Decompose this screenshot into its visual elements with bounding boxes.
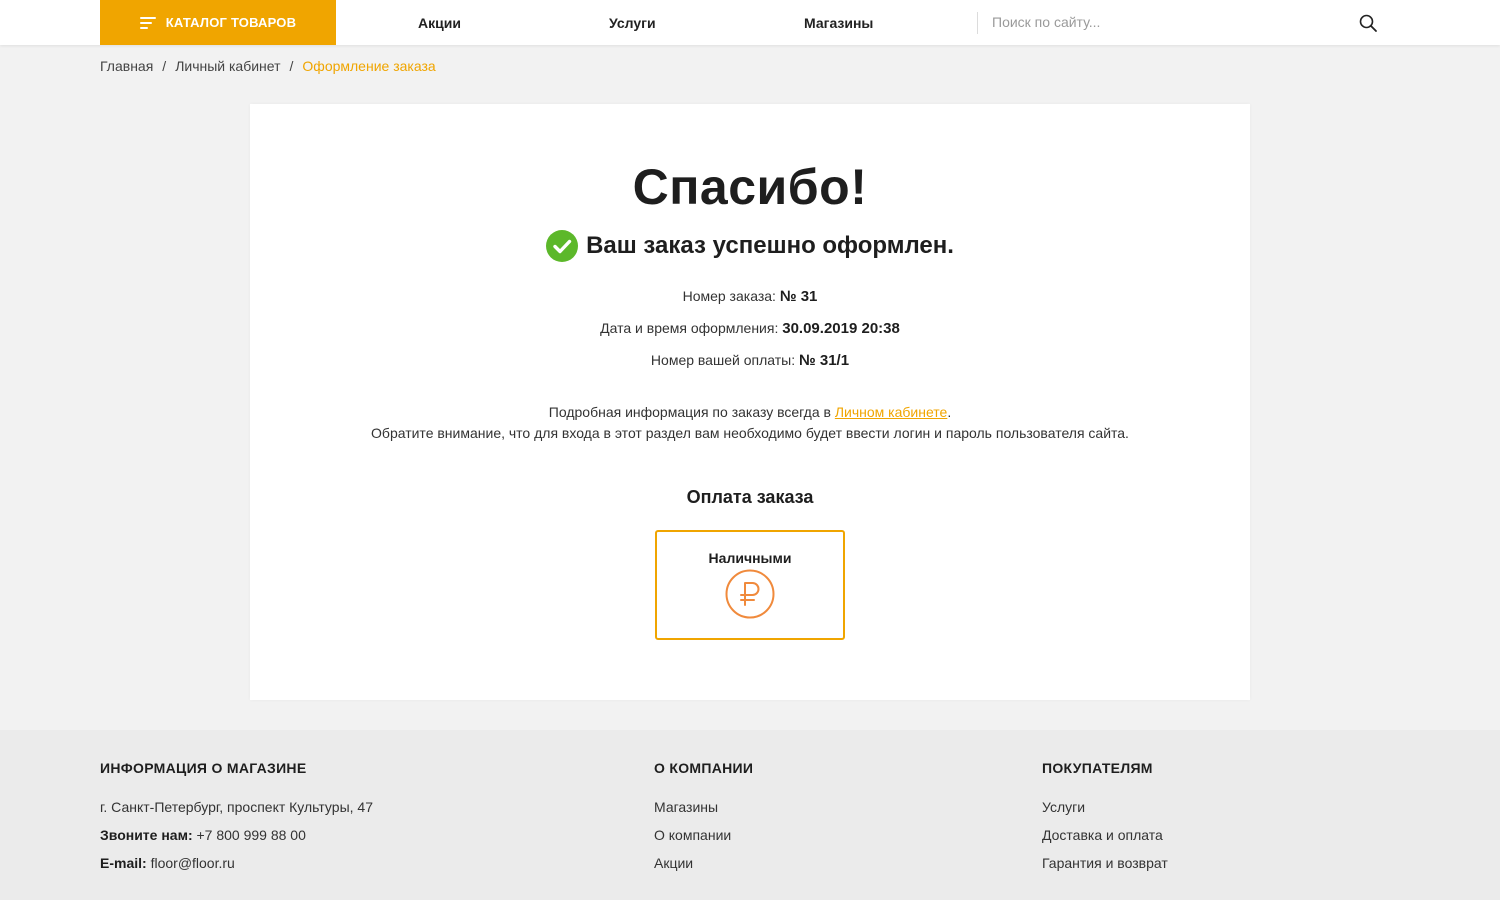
account-note: Подробная информация по заказу всегда в …	[0, 404, 1500, 420]
site-header: КАТАЛОГ ТОВАРОВ Акции Услуги Магазины	[0, 0, 1500, 45]
footer-link-services[interactable]: Услуги	[1042, 798, 1168, 826]
payment-number-row: Номер вашей оплаты: № 31/1	[0, 352, 1500, 369]
footer-address: г. Санкт-Петербург, проспект Культуры, 4…	[100, 799, 373, 815]
search-icon[interactable]	[1358, 13, 1378, 33]
catalog-button[interactable]: КАТАЛОГ ТОВАРОВ	[100, 0, 336, 45]
breadcrumb-current: Оформление заказа	[302, 58, 436, 74]
footer-phone-value[interactable]: +7 800 999 88 00	[197, 827, 306, 843]
nav-stores[interactable]: Магазины	[804, 0, 873, 45]
footer-phone: Звоните нам: +7 800 999 88 00	[100, 826, 373, 854]
order-date-row: Дата и время оформления: 30.09.2019 20:3…	[0, 320, 1500, 337]
footer-link-stores[interactable]: Магазины	[654, 798, 753, 826]
footer-link-about[interactable]: О компании	[654, 826, 753, 854]
payment-number-value: № 31/1	[798, 352, 850, 369]
page-title: Спасибо!	[632, 159, 868, 215]
check-circle-icon	[546, 230, 579, 262]
footer-email: E-mail: floor@floor.ru	[100, 854, 373, 882]
breadcrumb-home[interactable]: Главная	[100, 58, 153, 74]
ruble-icon	[725, 569, 775, 619]
footer-email-value[interactable]: floor@floor.ru	[151, 855, 235, 871]
search-input[interactable]	[984, 8, 1344, 36]
order-date-label: Дата и время оформления:	[600, 320, 779, 336]
account-link[interactable]: Личном кабинете	[835, 404, 948, 420]
order-number-row: Номер заказа: № 31	[0, 288, 1500, 305]
success-text: Ваш заказ успешно оформлен.	[586, 232, 954, 259]
payment-number-label: Номер вашей оплаты:	[650, 352, 796, 368]
breadcrumb-separator: /	[162, 58, 167, 74]
menu-icon	[139, 16, 156, 29]
footer-phone-label: Звоните нам:	[100, 827, 193, 843]
login-note: Обратите внимание, что для входа в этот …	[371, 425, 1129, 441]
account-note-suffix: .	[947, 404, 952, 420]
order-number-value: № 31	[779, 288, 818, 305]
payment-method-cash[interactable]: Наличными	[655, 530, 845, 640]
footer-link-promotions[interactable]: Акции	[654, 854, 753, 882]
success-message: Ваш заказ успешно оформлен.	[0, 230, 1500, 262]
nav-services[interactable]: Услуги	[609, 0, 656, 45]
breadcrumb: Главная / Личный кабинет / Оформление за…	[100, 58, 436, 74]
footer-store-title: ИНФОРМАЦИЯ О МАГАЗИНЕ	[100, 760, 307, 776]
nav-promotions[interactable]: Акции	[418, 0, 461, 45]
footer-buyers-title: ПОКУПАТЕЛЯМ	[1042, 760, 1153, 776]
footer-email-label: E-mail:	[100, 855, 147, 871]
footer-company-title: О КОМПАНИИ	[654, 760, 754, 776]
footer-buyers: ПОКУПАТЕЛЯМ Услуги Доставка и оплата Гар…	[1042, 760, 1168, 882]
site-footer: ИНФОРМАЦИЯ О МАГАЗИНЕ г. Санкт-Петербург…	[0, 730, 1500, 900]
footer-link-delivery[interactable]: Доставка и оплата	[1042, 826, 1168, 854]
account-note-text: Подробная информация по заказу всегда в	[548, 404, 831, 420]
order-number-label: Номер заказа:	[682, 288, 776, 304]
search-divider	[977, 12, 978, 34]
footer-store-info: ИНФОРМАЦИЯ О МАГАЗИНЕ г. Санкт-Петербург…	[100, 760, 373, 882]
payment-title: Оплата заказа	[686, 487, 814, 507]
breadcrumb-account[interactable]: Личный кабинет	[175, 58, 280, 74]
breadcrumb-separator: /	[289, 58, 294, 74]
catalog-label: КАТАЛОГ ТОВАРОВ	[165, 15, 297, 30]
footer-link-warranty[interactable]: Гарантия и возврат	[1042, 854, 1168, 882]
payment-method-label: Наличными	[708, 550, 792, 566]
footer-company: О КОМПАНИИ Магазины О компании Акции	[654, 760, 753, 882]
order-date-value: 30.09.2019 20:38	[782, 320, 900, 337]
